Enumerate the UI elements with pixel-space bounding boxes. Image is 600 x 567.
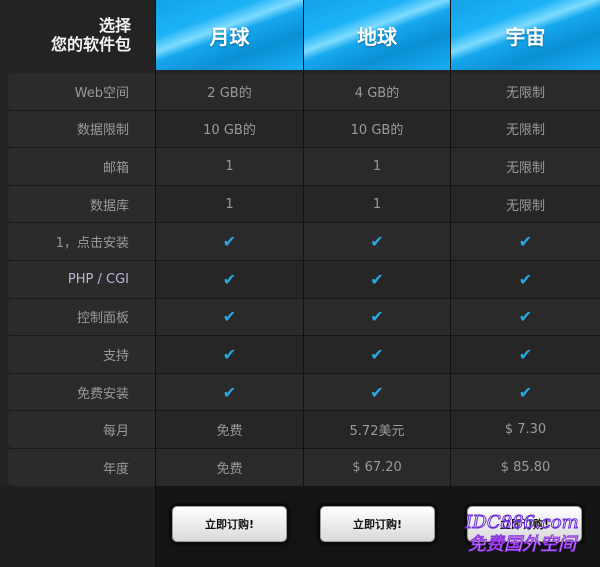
plan-earth-yearly: $ 67.20 (304, 448, 450, 487)
plan-earth-monthly: 5.72美元 (304, 411, 450, 449)
plan-name-moon: 月球 (156, 0, 303, 70)
check-icon: ✔ (518, 232, 533, 252)
title-line-2: 您的软件包 (50, 35, 131, 54)
label-web-space: Web空间 (8, 73, 155, 111)
check-icon: ✔ (370, 232, 384, 252)
label-monthly: 每月 (8, 411, 155, 449)
check-icon: ✔ (370, 344, 384, 364)
label-data-limit: 数据限制 (8, 110, 155, 149)
check-icon: ✔ (222, 232, 237, 252)
label-yearly: 年度 (8, 448, 155, 487)
feature-label-list: Web空间 数据限制 邮箱 数据库 1，点击安装 PHP / CGI 控制面板 … (0, 73, 155, 487)
feature-labels-column: 选择 您的软件包 Web空间 数据限制 邮箱 数据库 1，点击安装 PHP / … (0, 0, 155, 567)
check-icon: ✔ (222, 269, 237, 289)
plan-column-earth: 地球 4 GB的 10 GB的 1 1 ✔ ✔ ✔ ✔ ✔ 5.72美元 $ 6… (303, 0, 450, 567)
plan-universe-control-panel: ✔ (451, 298, 600, 337)
table-title: 选择 您的软件包 (0, 0, 155, 70)
check-icon: ✔ (518, 382, 533, 402)
plan-universe-support: ✔ (451, 336, 600, 374)
check-icon: ✔ (370, 307, 384, 327)
check-icon: ✔ (222, 344, 237, 364)
plan-earth-email: 1 (304, 148, 450, 186)
plan-moon-footer: 立即订购! (156, 486, 303, 567)
check-icon: ✔ (518, 269, 533, 289)
plan-universe-data-limit: 无限制 (451, 110, 600, 149)
check-icon: ✔ (222, 382, 237, 402)
pricing-table: 选择 您的软件包 Web空间 数据限制 邮箱 数据库 1，点击安装 PHP / … (0, 0, 600, 567)
plan-moon-yearly: 免费 (156, 448, 303, 487)
label-free-install: 免费安装 (8, 373, 155, 412)
label-php-cgi: PHP / CGI (8, 260, 155, 299)
order-button-universe[interactable]: 立即订购! (467, 506, 582, 542)
plan-column-universe: 宇宙 无限制 无限制 无限制 无限制 ✔ ✔ ✔ ✔ ✔ $ 7.30 $ 85… (450, 0, 600, 567)
plan-earth-php: ✔ (304, 260, 450, 299)
plan-universe-web-space: 无限制 (451, 73, 600, 111)
label-database: 数据库 (8, 185, 155, 224)
label-email: 邮箱 (8, 148, 155, 186)
plan-moon-values: 2 GB的 10 GB的 1 1 ✔ ✔ ✔ ✔ ✔ 免费 免费 (156, 73, 303, 487)
title-line-1: 选择 (98, 16, 131, 35)
check-icon: ✔ (370, 269, 384, 289)
plan-universe-free-install: ✔ (451, 373, 600, 412)
order-button-moon[interactable]: 立即订购! (172, 506, 287, 542)
labels-footer (0, 486, 155, 567)
plan-earth-values: 4 GB的 10 GB的 1 1 ✔ ✔ ✔ ✔ ✔ 5.72美元 $ 67.2… (304, 73, 450, 487)
check-icon: ✔ (518, 344, 533, 364)
label-one-click-install: 1，点击安装 (8, 223, 155, 261)
plan-column-moon: 月球 2 GB的 10 GB的 1 1 ✔ ✔ ✔ ✔ ✔ 免费 免费 立即订购… (155, 0, 303, 567)
plan-moon-email: 1 (156, 148, 303, 186)
plan-universe-one-click: ✔ (451, 223, 600, 261)
label-control-panel: 控制面板 (8, 298, 155, 337)
order-button-earth[interactable]: 立即订购! (320, 506, 435, 542)
plan-earth-web-space: 4 GB的 (304, 73, 450, 111)
plan-earth-data-limit: 10 GB的 (304, 110, 450, 149)
label-support: 支持 (8, 336, 155, 374)
plan-name-universe: 宇宙 (451, 0, 600, 70)
check-icon: ✔ (222, 307, 237, 327)
plan-moon-web-space: 2 GB的 (156, 73, 303, 111)
plan-earth-footer: 立即订购! (304, 486, 450, 567)
plan-universe-php: ✔ (451, 260, 600, 299)
plan-moon-one-click: ✔ (156, 223, 303, 261)
plan-moon-control-panel: ✔ (156, 298, 303, 337)
plan-universe-monthly: $ 7.30 (451, 411, 600, 449)
plan-universe-values: 无限制 无限制 无限制 无限制 ✔ ✔ ✔ ✔ ✔ $ 7.30 $ 85.80 (451, 73, 600, 487)
plan-earth-database: 1 (304, 185, 450, 224)
plan-moon-database: 1 (156, 185, 303, 224)
plan-name-earth: 地球 (304, 0, 450, 70)
plan-moon-php: ✔ (156, 260, 303, 299)
check-icon: ✔ (370, 382, 384, 402)
plan-universe-email: 无限制 (451, 148, 600, 186)
plan-earth-free-install: ✔ (304, 373, 450, 412)
plan-earth-support: ✔ (304, 336, 450, 374)
plan-earth-one-click: ✔ (304, 223, 450, 261)
plan-moon-support: ✔ (156, 336, 303, 374)
plan-universe-database: 无限制 (451, 185, 600, 224)
plan-earth-control-panel: ✔ (304, 298, 450, 337)
check-icon: ✔ (518, 307, 533, 327)
plan-moon-free-install: ✔ (156, 373, 303, 412)
plan-moon-monthly: 免费 (156, 411, 303, 449)
plan-moon-data-limit: 10 GB的 (156, 110, 303, 149)
plan-universe-yearly: $ 85.80 (451, 448, 600, 487)
plan-universe-footer: 立即订购! (451, 486, 600, 567)
